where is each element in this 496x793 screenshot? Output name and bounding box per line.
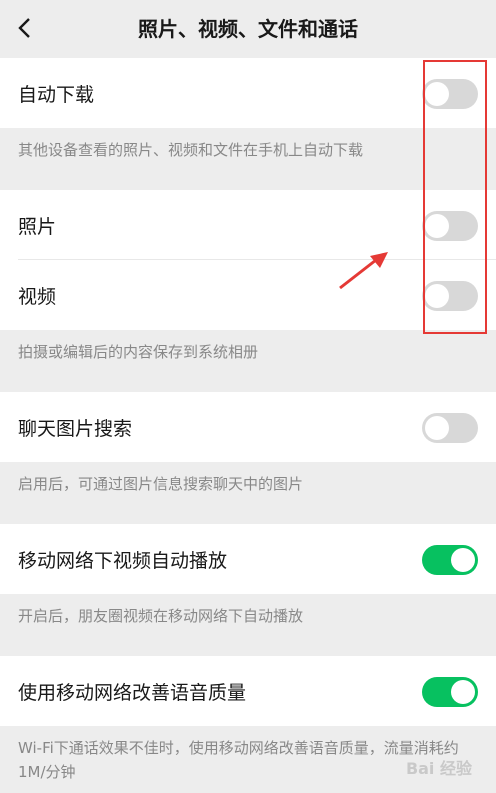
videos-toggle[interactable]	[422, 281, 478, 311]
setting-description: 拍摄或编辑后的内容保存到系统相册	[18, 343, 259, 361]
chat-image-search-toggle[interactable]	[422, 413, 478, 443]
video-autoplay-toggle[interactable]	[422, 545, 478, 575]
voice-quality-toggle[interactable]	[422, 677, 478, 707]
setting-row-chat-image-search[interactable]: 聊天图片搜索	[0, 392, 496, 462]
setting-label: 使用移动网络改善语音质量	[18, 681, 247, 704]
photos-toggle[interactable]	[422, 211, 478, 241]
toggle-knob	[425, 82, 449, 106]
setting-description: 开启后，朋友圈视频在移动网络下自动播放	[18, 607, 304, 625]
setting-description: 其他设备查看的照片、视频和文件在手机上自动下载	[18, 141, 364, 159]
setting-row-voice-quality[interactable]: 使用移动网络改善语音质量	[0, 656, 496, 726]
setting-description: 启用后，可通过图片信息搜索聊天中的图片	[18, 475, 304, 493]
setting-label: 视频	[18, 285, 57, 308]
auto-download-toggle[interactable]	[422, 79, 478, 109]
setting-row-photos[interactable]: 照片	[0, 190, 496, 260]
setting-label: 移动网络下视频自动播放	[18, 549, 228, 572]
navigation-bar: 照片、视频、文件和通话	[0, 0, 496, 58]
toggle-knob	[451, 548, 475, 572]
setting-description: Wi-Fi下通话效果不佳时，使用移动网络改善语音质量，流量消耗约1M/分钟	[18, 739, 459, 781]
toggle-knob	[425, 284, 449, 308]
toggle-knob	[425, 214, 449, 238]
setting-label: 聊天图片搜索	[18, 417, 133, 440]
setting-label: 自动下载	[18, 83, 95, 106]
setting-row-videos[interactable]: 视频	[0, 260, 496, 330]
toggle-knob	[425, 416, 449, 440]
setting-row-video-autoplay[interactable]: 移动网络下视频自动播放	[0, 524, 496, 594]
setting-label: 照片	[18, 215, 57, 238]
page-title: 照片、视频、文件和通话	[138, 17, 358, 41]
toggle-knob	[451, 680, 475, 704]
setting-row-auto-download[interactable]: 自动下载	[0, 58, 496, 128]
